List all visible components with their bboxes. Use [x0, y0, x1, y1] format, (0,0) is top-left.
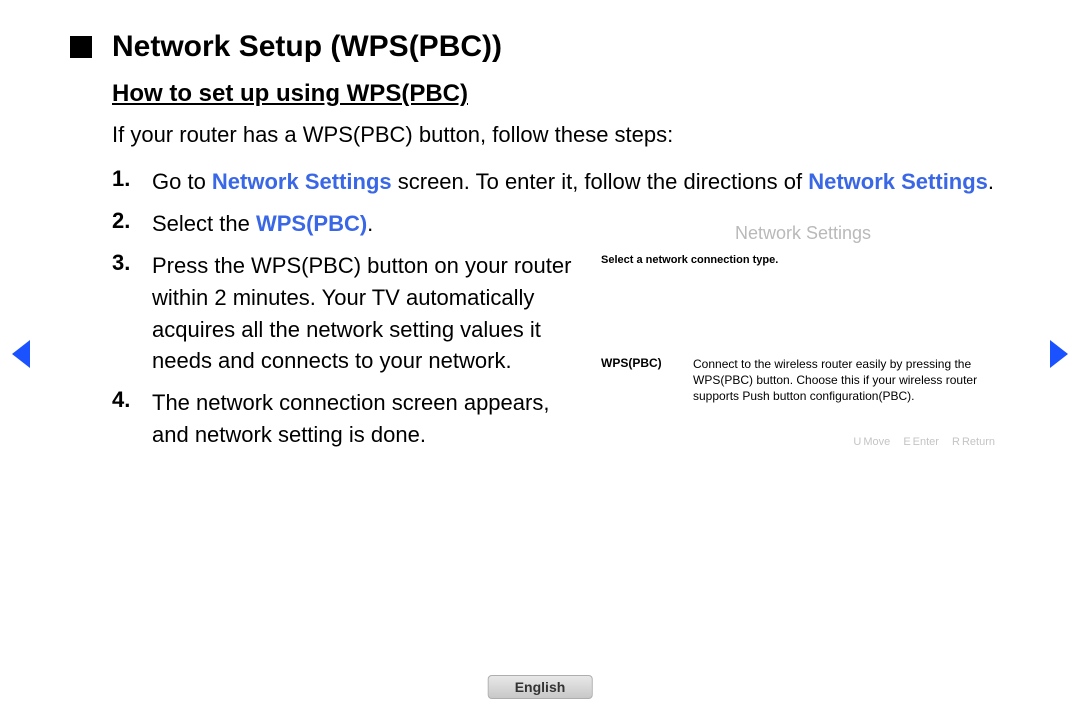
intro-text: If your router has a WPS(PBC) button, fo…: [112, 122, 1010, 148]
inset-panel: Network Settings Select a network connec…: [596, 214, 1010, 460]
steps-left-column: 2. Select the WPS(PBC). 3. Press the WPS…: [112, 208, 572, 461]
inset-option-label: WPS(PBC): [601, 356, 677, 370]
prev-page-arrow-icon[interactable]: [12, 340, 30, 368]
inset-option-row: WPS(PBC) Connect to the wireless router …: [601, 356, 1005, 405]
next-page-arrow-icon[interactable]: [1050, 340, 1068, 368]
step-text: Select the: [152, 211, 256, 236]
two-column-wrap: 2. Select the WPS(PBC). 3. Press the WPS…: [112, 208, 1010, 461]
hint-label: Enter: [913, 436, 939, 448]
step-number: 3.: [112, 250, 138, 378]
section-bullet-icon: [70, 36, 92, 58]
highlight-network-settings: Network Settings: [212, 169, 392, 194]
inset-subtitle: Select a network connection type.: [601, 254, 1005, 266]
steps-list: 1. Go to Network Settings screen. To ent…: [112, 166, 1010, 461]
manual-page: Network Setup (WPS(PBC)) How to set up u…: [0, 0, 1080, 461]
section-subtitle: How to set up using WPS(PBC): [112, 80, 1010, 108]
step-text: Go to: [152, 169, 212, 194]
step-body: The network connection screen appears, a…: [152, 387, 572, 451]
highlight-wpspbc: WPS(PBC): [256, 211, 367, 236]
step-text: screen. To enter it, follow the directio…: [392, 169, 809, 194]
step-1: 1. Go to Network Settings screen. To ent…: [112, 166, 1010, 198]
step-2: 2. Select the WPS(PBC).: [112, 208, 572, 240]
highlight-network-settings: Network Settings: [808, 169, 988, 194]
hint-key: U: [853, 436, 861, 448]
hint-key: R: [952, 436, 960, 448]
title-row: Network Setup (WPS(PBC)): [70, 30, 1010, 64]
hint-key: E: [903, 436, 910, 448]
step-4: 4. The network connection screen appears…: [112, 387, 572, 451]
step-body: Go to Network Settings screen. To enter …: [152, 166, 994, 198]
step-number: 1.: [112, 166, 138, 198]
step-body: Select the WPS(PBC).: [152, 208, 373, 240]
step-3: 3. Press the WPS(PBC) button on your rou…: [112, 250, 572, 378]
step-body: Press the WPS(PBC) button on your router…: [152, 250, 572, 378]
step-text: .: [988, 169, 994, 194]
hint-label: Move: [863, 436, 890, 448]
inset-footer-hints: UMove EEnter RReturn: [601, 436, 1005, 448]
step-text: .: [367, 211, 373, 236]
page-title: Network Setup (WPS(PBC)): [112, 30, 502, 64]
step-number: 4.: [112, 387, 138, 451]
inset-title: Network Settings: [601, 223, 1005, 244]
hint-label: Return: [962, 436, 995, 448]
language-badge[interactable]: English: [488, 675, 593, 699]
step-number: 2.: [112, 208, 138, 240]
inset-option-description: Connect to the wireless router easily by…: [693, 356, 1005, 405]
inset-screenshot: Network Settings Select a network connec…: [596, 208, 1010, 461]
